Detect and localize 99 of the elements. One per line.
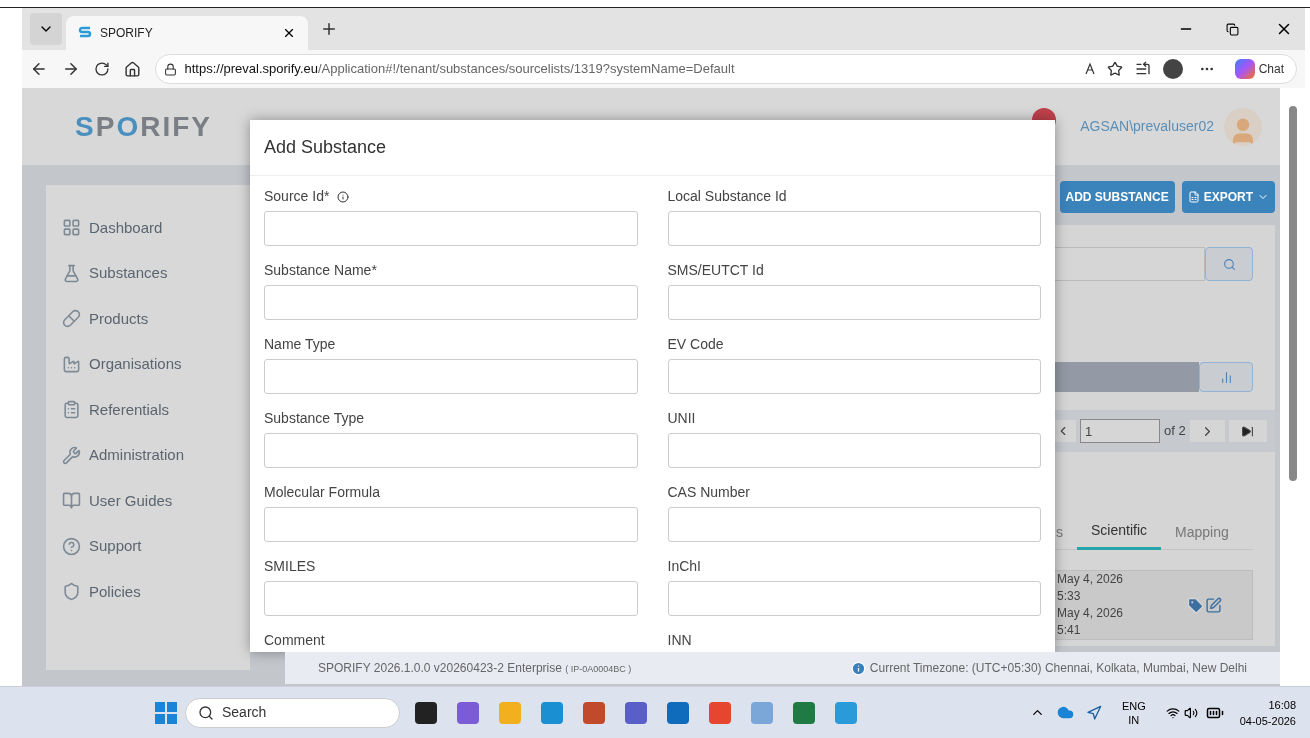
wrench-icon <box>62 445 81 465</box>
tab-title: SPORIFY <box>100 25 154 42</box>
detail-tab[interactable]: Scientific <box>1077 514 1162 550</box>
field-label: Comment <box>264 631 325 650</box>
timezone-text: Current Timezone: (UTC+05:30) Chennai, Kolkata, Mumbai, New Delhi <box>869 660 1247 677</box>
field-label: Substance Name* <box>264 261 377 280</box>
field-label: SMILES <box>264 557 316 576</box>
factory-icon <box>62 354 81 374</box>
sidebar-item[interactable]: Support <box>62 523 142 569</box>
search-placeholder: Search <box>222 703 267 722</box>
sidebar-item[interactable]: Substances <box>62 250 168 296</box>
taskbar-search-field[interactable]: Search <box>185 697 400 728</box>
info-icon <box>337 190 350 203</box>
input-field[interactable] <box>667 433 1041 468</box>
search-icon <box>198 704 214 721</box>
dialog-title: Add Substance <box>264 136 387 159</box>
tag-icon[interactable] <box>1187 596 1204 614</box>
input-field[interactable] <box>264 211 638 246</box>
restore-icon[interactable] <box>1226 22 1239 36</box>
record-text: May 4, 2026 <box>1057 571 1124 588</box>
favorites-icon[interactable] <box>1134 61 1151 77</box>
help-icon <box>62 536 81 556</box>
browser-tab[interactable]: SPORIFY <box>66 16 308 50</box>
user-name[interactable]: AGSAN\prevaluser02 <box>1080 116 1214 137</box>
sidebar-item[interactable]: Products <box>62 296 149 342</box>
new-tab-icon[interactable] <box>320 20 338 38</box>
sidebar-item[interactable]: User Guides <box>62 478 173 524</box>
lock-icon <box>163 62 177 76</box>
search-icon <box>1222 257 1236 271</box>
flask-icon <box>62 263 81 283</box>
input-field[interactable] <box>264 581 638 616</box>
sidebar-item[interactable]: Policies <box>62 569 141 615</box>
last-page-button[interactable] <box>1228 420 1267 442</box>
spreadsheet-icon <box>1187 191 1200 203</box>
field-label: Source Id* <box>264 187 330 206</box>
input-field[interactable] <box>667 211 1041 246</box>
field-label: Name Type <box>264 335 336 354</box>
app-logo: SPORIFY <box>75 109 212 144</box>
location-icon[interactable] <box>1085 704 1102 721</box>
sidebar-item[interactable]: Organisations <box>62 341 182 387</box>
input-field[interactable] <box>667 507 1041 542</box>
version-text: SPORIFY 2026.1.0.0 v20260423-2 Enterprise ( IP-0A0004BC ) <box>318 660 632 677</box>
close-icon[interactable] <box>282 26 296 40</box>
windows-icon[interactable] <box>155 701 177 724</box>
favorite-icon[interactable] <box>1106 61 1123 77</box>
input-field[interactable] <box>264 359 638 394</box>
region-text[interactable]: IN <box>1128 712 1140 727</box>
bar-chart-icon <box>1219 370 1233 384</box>
field-label: Local Substance Id <box>667 187 787 206</box>
toolbar-button[interactable]: ADD SUBSTANCE <box>1059 181 1175 213</box>
toolbar-button[interactable]: EXPORT <box>1181 181 1275 213</box>
url-text: https://preval.sporify.eu/Application#!/tenant/substances/sourcelists/1319?systemName=Default <box>184 60 735 79</box>
cloud-icon[interactable] <box>1056 704 1074 721</box>
field-label: CAS Number <box>667 483 750 502</box>
clock-date[interactable]: 04-05-2026 <box>1239 712 1296 729</box>
sidebar-item[interactable]: Dashboard <box>62 205 163 251</box>
input-field[interactable] <box>667 581 1041 616</box>
pill-icon <box>62 309 81 329</box>
sidebar-item[interactable]: Referentials <box>62 387 170 433</box>
field-label: Molecular Formula <box>264 483 380 502</box>
input-field[interactable] <box>264 507 638 542</box>
edit-icon[interactable] <box>1205 596 1222 614</box>
skip-end-icon <box>1241 424 1255 438</box>
language-text[interactable]: ENG <box>1121 698 1146 713</box>
grid-icon <box>62 218 81 238</box>
shield-icon <box>62 582 81 602</box>
field-label: Substance Type <box>264 409 365 428</box>
app-icon[interactable] <box>415 701 437 724</box>
profile-avatar[interactable] <box>1162 59 1183 79</box>
detail-tab[interactable]: Mapping <box>1161 514 1243 550</box>
sidebar-item[interactable]: Administration <box>62 432 185 478</box>
input-field[interactable] <box>264 285 638 320</box>
field-label: EV Code <box>667 335 724 354</box>
book-icon <box>62 491 81 511</box>
copilot-icon <box>1234 59 1255 79</box>
info-icon <box>850 660 866 676</box>
volume-icon[interactable] <box>1183 705 1198 720</box>
page-field[interactable]: 1 <box>1080 419 1160 443</box>
input-field[interactable] <box>264 433 638 468</box>
input-field[interactable] <box>667 359 1041 394</box>
logo-icon <box>78 26 92 40</box>
address-bar[interactable]: https://preval.sporify.eu/Application#!/tenant/substances/sourcelists/1319?systemName=Default Chat <box>154 54 1297 84</box>
refresh-icon[interactable] <box>93 61 110 77</box>
field-label: SMS/EUTCT Id <box>667 261 764 280</box>
field-label: INN <box>667 631 692 650</box>
tab-list-button[interactable] <box>30 13 62 45</box>
chat-button[interactable]: Chat <box>1230 59 1288 79</box>
back-icon[interactable] <box>30 60 48 78</box>
record-text: May 4, 2026 <box>1057 605 1124 622</box>
record-text: 5:33 <box>1057 588 1082 605</box>
field-label: InChI <box>667 557 701 576</box>
clock-time[interactable]: 16:08 <box>1268 696 1296 713</box>
field-label: UNII <box>667 409 696 428</box>
wifi-icon[interactable] <box>1165 705 1180 720</box>
page-count: of 2 <box>1164 422 1186 441</box>
input-field[interactable] <box>667 285 1041 320</box>
list-icon <box>62 400 81 420</box>
home-icon[interactable] <box>123 60 141 78</box>
record-text: 5:41 <box>1057 622 1082 639</box>
